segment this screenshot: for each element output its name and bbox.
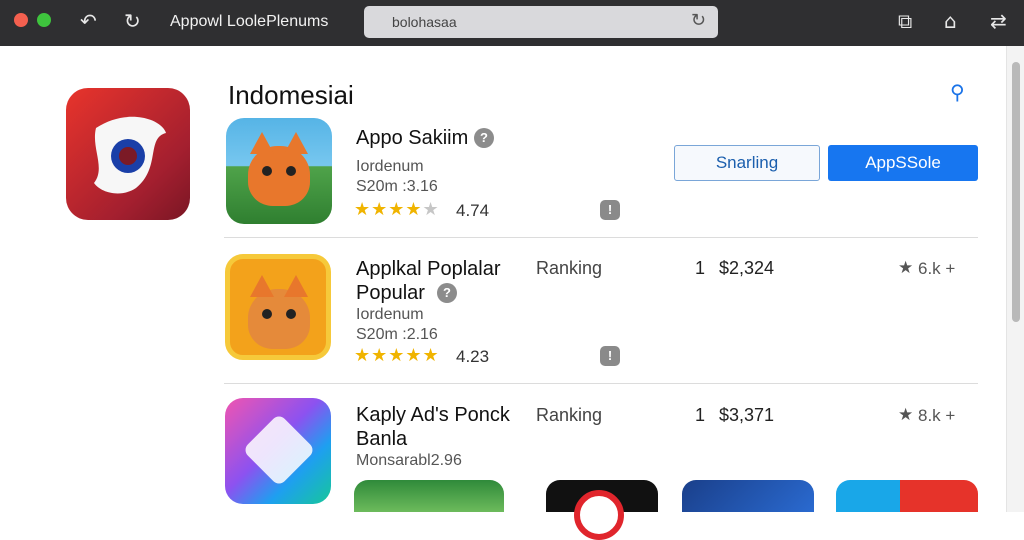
featured-rating-value: 4.74 — [456, 201, 490, 220]
review-count: 6.k + — [918, 259, 956, 278]
review-count: 8.k + — [918, 406, 956, 425]
screenshot-thumbnail[interactable] — [836, 480, 978, 512]
divider — [224, 383, 978, 384]
maximize-window-button[interactable] — [37, 13, 51, 27]
app-icon[interactable] — [225, 254, 331, 360]
page-title: Indomesiai — [228, 80, 354, 110]
info-icon[interactable]: ? — [437, 283, 457, 303]
scrollbar[interactable] — [1006, 46, 1024, 512]
screenshot-thumbnail[interactable] — [354, 480, 504, 512]
app-subtitle: Monsarabl2.96 — [356, 452, 462, 469]
store-logo-icon — [66, 88, 190, 220]
address-bar[interactable]: bolohasaa ↻ — [364, 6, 718, 38]
app-name-line1[interactable]: Kaply Ad's Ponck — [356, 403, 510, 427]
scrollbar-thumb[interactable] — [1012, 62, 1020, 322]
window-titlebar: ↶ ↻ Appowl LoolePlenums bolohasaa ↻ ⧉ ⌂ … — [0, 0, 1024, 46]
ranking-label: Ranking — [536, 258, 603, 278]
featured-app-subtitle: Iordenum — [356, 158, 424, 175]
star-icon: ★ — [898, 258, 914, 277]
reload-icon[interactable]: ↻ — [691, 10, 706, 31]
app-rating-value: 4.23 — [456, 347, 490, 366]
price-value: $3,371 — [719, 405, 775, 425]
search-icon[interactable]: ⚲ — [950, 80, 965, 104]
screenshot-thumbnail[interactable] — [546, 480, 658, 540]
featured-rating-stars: ★★★★★ — [354, 199, 440, 220]
info-icon[interactable]: ? — [474, 128, 494, 148]
app-name-line1[interactable]: Applkal Poplalar — [356, 257, 501, 281]
star-icon: ★ — [898, 405, 914, 424]
report-icon[interactable]: ! — [600, 346, 620, 366]
reload-icon[interactable]: ↻ — [124, 10, 141, 32]
app-subtitle: Iordenum — [356, 306, 424, 323]
divider — [224, 237, 978, 238]
price-value: $2,324 — [719, 258, 775, 278]
rank-value: 1 — [695, 258, 706, 278]
close-window-button[interactable] — [14, 13, 28, 27]
featured-app-name[interactable]: Appo Sakiim — [356, 126, 468, 150]
window-title: Appowl LoolePlenums — [170, 13, 329, 30]
home-icon[interactable]: ⌂ — [944, 10, 957, 32]
app-name-line2[interactable]: Popular — [356, 281, 425, 305]
address-text[interactable]: bolohasaa — [392, 14, 457, 30]
back-arrow-icon[interactable]: ↶ — [80, 10, 97, 32]
ranking-label: Ranking — [536, 405, 603, 425]
rank-value: 1 — [695, 405, 706, 425]
featured-app-icon[interactable] — [226, 118, 332, 224]
secondary-button[interactable]: Snarling — [674, 145, 820, 181]
app-name-line2[interactable]: Banla — [356, 427, 407, 451]
app-rating-stars: ★★★★★ — [354, 345, 440, 366]
screenshot-thumbnail[interactable] — [682, 480, 814, 512]
share-icon[interactable]: ⧉ — [898, 10, 912, 32]
featured-app-size: S20m :3.16 — [356, 178, 438, 195]
menu-icon[interactable]: ⇄ — [990, 10, 1007, 32]
app-size: S20m :2.16 — [356, 326, 438, 343]
primary-button[interactable]: AppSSole — [828, 145, 978, 181]
app-icon[interactable] — [225, 398, 331, 504]
report-icon[interactable]: ! — [600, 200, 620, 220]
